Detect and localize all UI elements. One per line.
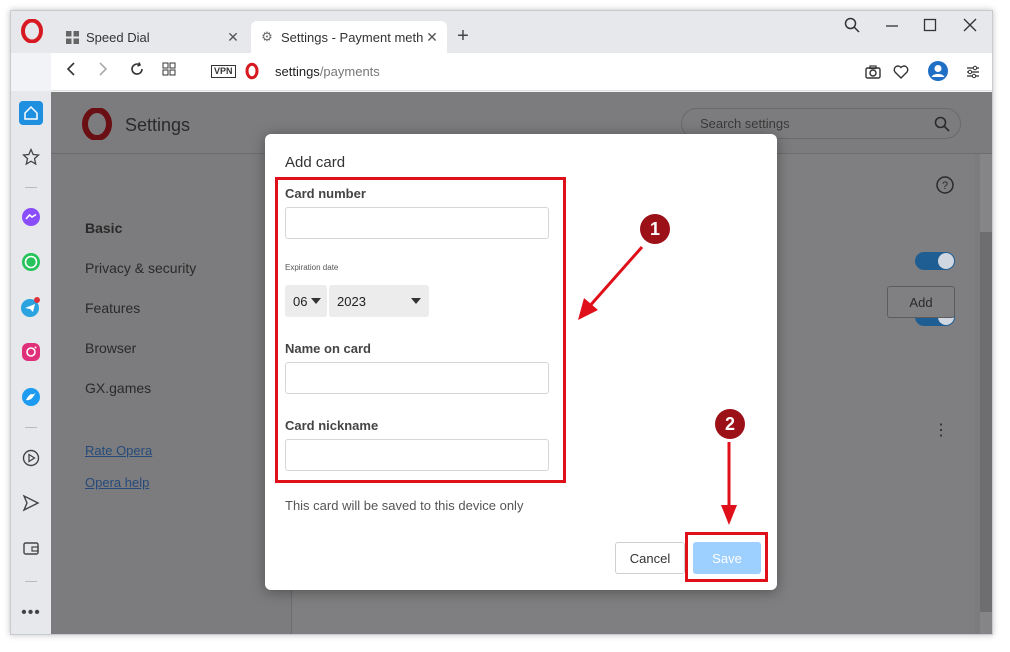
- step-1-badge: 1: [640, 214, 670, 244]
- annotation-arrows: [578, 246, 737, 525]
- step-2-badge: 2: [715, 409, 745, 439]
